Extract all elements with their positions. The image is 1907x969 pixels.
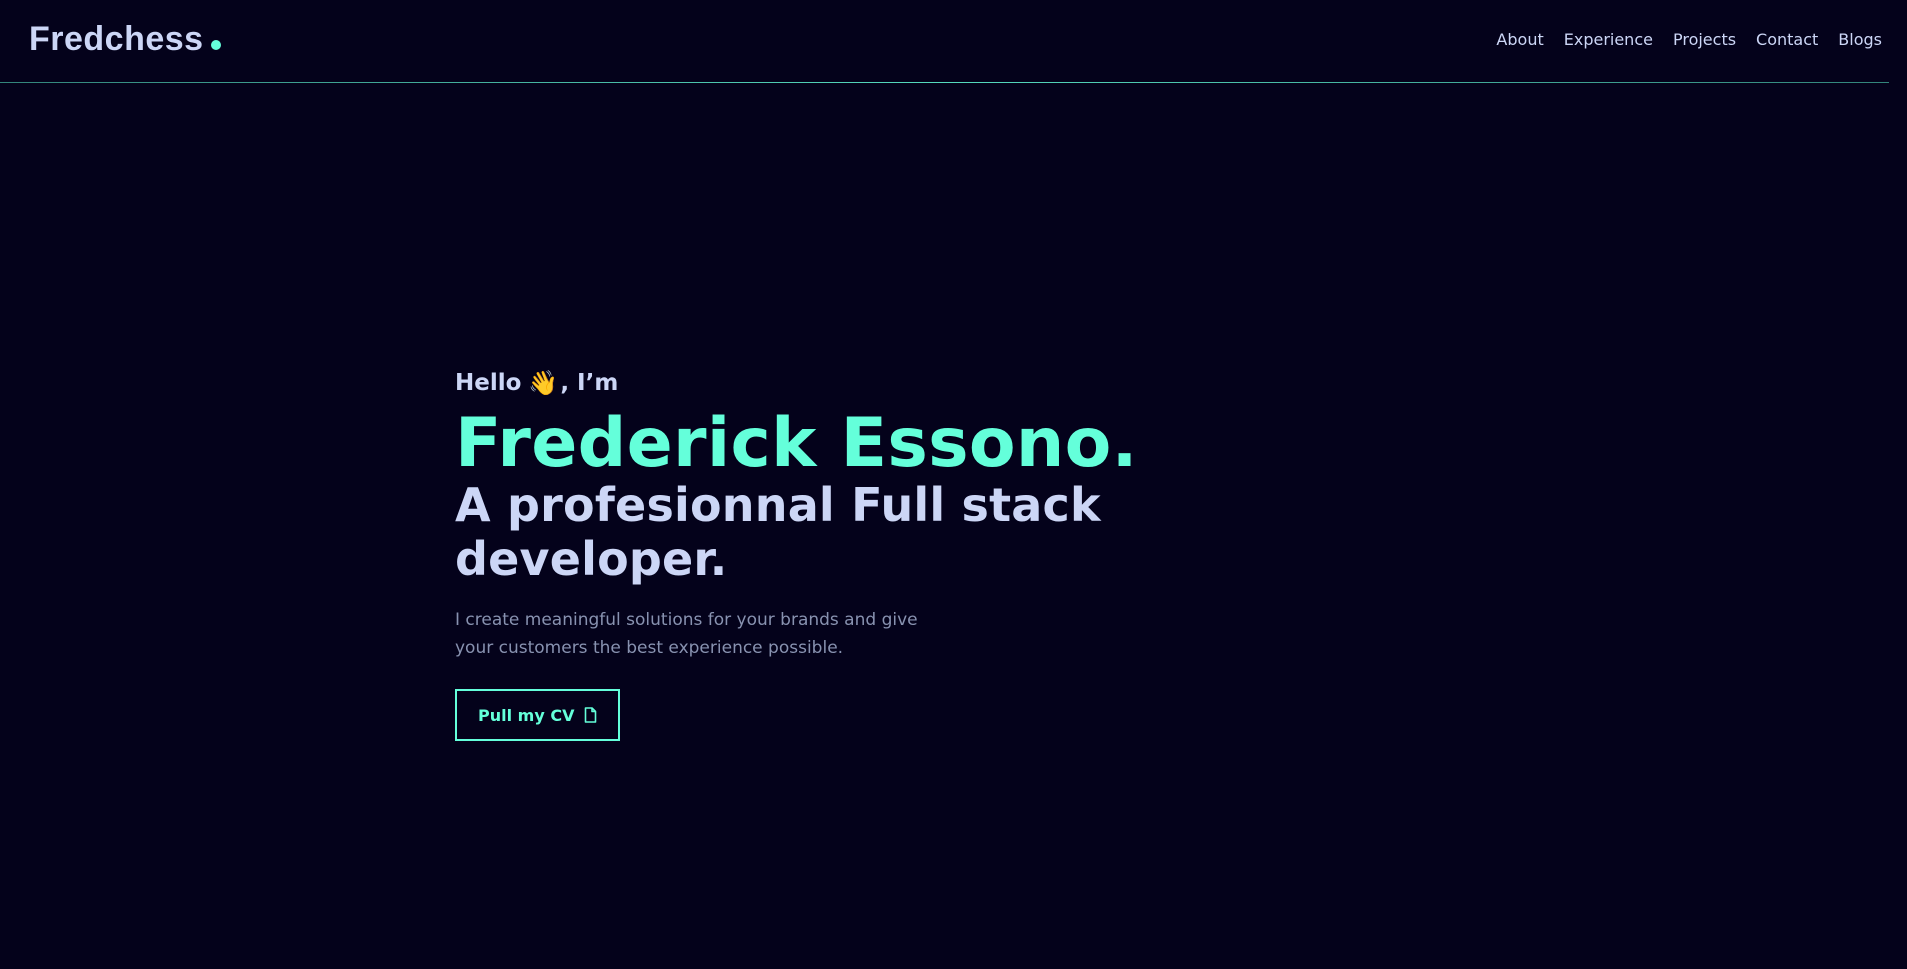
cv-button-label: Pull my CV	[478, 705, 575, 725]
nav-link-projects[interactable]: Projects	[1673, 30, 1736, 49]
logo[interactable]: Fredchess	[29, 20, 221, 59]
greeting: Hello 👋 , I’m	[455, 366, 1355, 400]
nav-link-blogs[interactable]: Blogs	[1838, 30, 1882, 49]
nav-link-contact[interactable]: Contact	[1756, 30, 1818, 49]
greeting-suffix: , I’m	[560, 370, 619, 396]
hero-role: A profesionnal Full stack developer.	[455, 478, 1101, 586]
pull-cv-button[interactable]: Pull my CV	[455, 689, 621, 741]
hero-name: Frederick Essono.	[455, 404, 1138, 483]
nav-link-experience[interactable]: Experience	[1564, 30, 1653, 49]
page: Fredchess About Experience Projects Cont…	[0, 0, 1907, 969]
waving-hand-icon: 👋	[528, 369, 559, 397]
main-nav: About Experience Projects Contact Blogs	[1496, 30, 1882, 49]
logo-text: Fredchess	[29, 20, 204, 58]
nav-link-about[interactable]: About	[1496, 30, 1543, 49]
hero-description: I create meaningful solutions for your b…	[455, 610, 918, 658]
greeting-prefix: Hello	[455, 370, 522, 396]
logo-dot	[210, 40, 221, 50]
hero-section: Hello 👋 , I’m Frederick Essono. A profes…	[455, 366, 1355, 741]
document-icon	[584, 707, 597, 723]
site-header: Fredchess About Experience Projects Cont…	[0, 0, 1889, 83]
